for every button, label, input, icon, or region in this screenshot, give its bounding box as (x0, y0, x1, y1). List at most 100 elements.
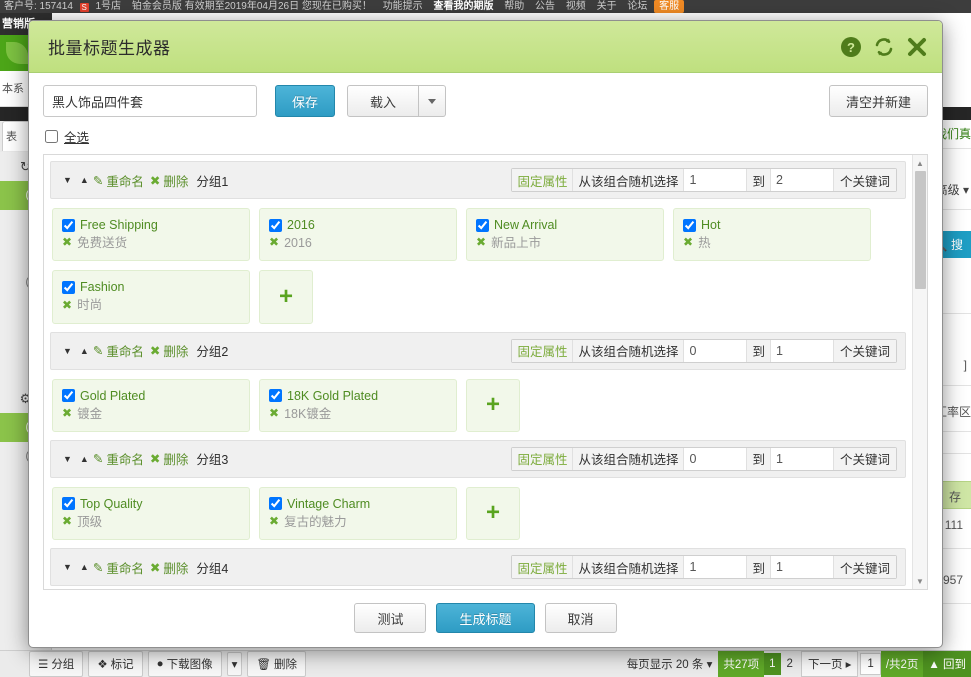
select-all-checkbox[interactable] (45, 130, 58, 143)
remove-keyword-icon[interactable]: ✖ (62, 405, 72, 422)
keyword-card[interactable]: Top Quality ✖ 顶级 (52, 486, 250, 540)
page-2[interactable]: 2 (781, 658, 799, 670)
download-dropdown-button[interactable]: ▾ (226, 652, 243, 676)
topbar-link-video[interactable]: 视频 (562, 0, 590, 13)
add-keyword-button[interactable]: + (466, 486, 520, 540)
keyword-card[interactable]: 18K Gold Plated ✖ 18K镀金 (259, 378, 457, 432)
keyword-checkbox[interactable] (62, 280, 75, 294)
topbar-feature[interactable]: 功能提示 (379, 0, 427, 13)
keyword-card[interactable]: Hot ✖ 热 (673, 208, 871, 262)
random-max-input[interactable] (770, 447, 833, 470)
remove-keyword-icon[interactable]: ✖ (62, 513, 72, 530)
template-name-input[interactable] (43, 85, 257, 117)
per-page-selector[interactable]: 每页显示 20 条 ▾ (621, 656, 719, 672)
remove-keyword-icon[interactable]: ✖ (269, 234, 279, 251)
keyword-card[interactable]: 2016 ✖ 2016 (259, 208, 457, 262)
chevron-up-icon[interactable]: ▲ (76, 175, 93, 185)
delete-button[interactable]: 🗑 删除 (247, 651, 306, 677)
cancel-button[interactable]: 取消 (544, 603, 617, 633)
remove-keyword-icon[interactable]: ✖ (62, 297, 72, 314)
chevron-up-icon[interactable]: ▲ (76, 562, 93, 572)
fixed-attribute-button[interactable]: 固定属性 (512, 556, 574, 578)
topbar-link-help[interactable]: 帮助 (500, 0, 528, 13)
chevron-down-icon[interactable]: ▼ (59, 454, 76, 464)
random-min-input[interactable] (684, 447, 747, 470)
keyword-checkbox[interactable] (683, 218, 696, 232)
topbar-renew[interactable]: 查看我的期版 (429, 0, 497, 13)
page-current[interactable]: 1 (764, 653, 781, 675)
topbar-link-about[interactable]: 关于 (593, 0, 621, 13)
random-min-input[interactable] (684, 339, 747, 362)
delete-group-button[interactable]: ✖ 删除 (150, 171, 189, 190)
groups-scrollbar[interactable]: ▲ ▼ (912, 155, 927, 589)
keyword-card[interactable]: New Arrival ✖ 新品上市 (466, 208, 664, 262)
topbar-link-notice[interactable]: 公告 (531, 0, 559, 13)
topbar-link-forum[interactable]: 论坛 (623, 0, 651, 13)
keyword-checkbox[interactable] (62, 497, 75, 511)
fixed-attribute-button[interactable]: 固定属性 (512, 339, 574, 362)
load-button[interactable]: 载入 (347, 85, 420, 117)
rename-group-button[interactable]: ✎ 重命名 (93, 341, 144, 360)
close-icon[interactable] (906, 36, 928, 58)
keyword-checkbox[interactable] (476, 218, 489, 232)
topbar-service-button[interactable]: 客服 (654, 0, 685, 13)
keyword-checkbox[interactable] (269, 389, 282, 403)
delete-group-button[interactable]: ✖ 删除 (150, 558, 189, 577)
scroll-down-icon[interactable]: ▼ (913, 574, 927, 588)
clear-and-new-button[interactable]: 清空并新建 (828, 85, 928, 117)
search-button-label: 搜 (950, 238, 963, 252)
topbar-shop[interactable]: 1号店 (92, 0, 126, 13)
save-button[interactable]: 保存 (275, 85, 336, 117)
rename-group-button[interactable]: ✎ 重命名 (93, 558, 144, 577)
keyword-checkbox[interactable] (62, 218, 75, 232)
remove-keyword-icon[interactable]: ✖ (62, 234, 72, 251)
group-button[interactable]: ☰ 分组 (29, 651, 84, 677)
keyword-card[interactable]: Vintage Charm ✖ 复古的魅力 (259, 486, 457, 540)
remove-keyword-icon[interactable]: ✖ (269, 513, 279, 530)
select-all-label[interactable]: 全选 (64, 127, 89, 146)
delete-group-button[interactable]: ✖ 删除 (150, 341, 189, 360)
fixed-attribute-button[interactable]: 固定属性 (512, 447, 574, 470)
back-to-top-button[interactable]: ▲ 回到 (923, 651, 971, 677)
remove-keyword-icon[interactable]: ✖ (683, 234, 693, 251)
rename-group-button[interactable]: ✎ 重命名 (93, 171, 144, 190)
chevron-up-icon[interactable]: ▲ (76, 454, 93, 464)
random-max-input[interactable] (770, 339, 833, 362)
chevron-up-icon[interactable]: ▲ (76, 346, 93, 356)
refresh-icon[interactable] (873, 36, 895, 58)
keyword-checkbox[interactable] (269, 497, 282, 511)
download-icon: ● (156, 658, 164, 670)
remove-keyword-icon[interactable]: ✖ (476, 234, 486, 251)
delete-group-button[interactable]: ✖ 删除 (150, 449, 189, 468)
add-keyword-button[interactable]: + (259, 270, 313, 324)
keyword-card[interactable]: Free Shipping ✖ 免费送货 (52, 208, 250, 262)
chevron-down-icon[interactable]: ▼ (59, 562, 76, 572)
keyword-checkbox[interactable] (62, 389, 75, 403)
next-page-button[interactable]: 下一页 ▸ (800, 651, 859, 677)
generate-title-button[interactable]: 生成标题 (436, 603, 535, 633)
help-icon[interactable]: ? (840, 36, 862, 58)
scroll-up-icon[interactable]: ▲ (913, 156, 927, 170)
random-min-input[interactable] (684, 556, 747, 578)
load-dropdown-button[interactable] (419, 85, 447, 117)
remove-keyword-icon[interactable]: ✖ (269, 405, 279, 422)
random-range-control: 固定属性从该组合随机选择 到 个关键词 (511, 446, 897, 471)
random-max-input[interactable] (770, 556, 833, 578)
add-keyword-button[interactable]: + (466, 378, 520, 432)
random-min-input[interactable] (684, 169, 747, 191)
keyword-card[interactable]: Fashion ✖ 时尚 (52, 270, 250, 324)
rename-group-button[interactable]: ✎ 重命名 (93, 449, 144, 468)
scrollbar-thumb[interactable] (915, 171, 926, 289)
keyword-card[interactable]: Gold Plated ✖ 镀金 (52, 378, 250, 432)
background-value-1: 111 (944, 518, 963, 532)
mark-button[interactable]: ❖ 标记 (88, 651, 143, 677)
chevron-down-icon[interactable]: ▼ (59, 346, 76, 356)
fixed-attribute-button[interactable]: 固定属性 (512, 169, 574, 191)
download-image-button[interactable]: ● 下载图像 (147, 651, 222, 677)
chevron-down-icon[interactable]: ▼ (59, 175, 76, 185)
page-jump-input[interactable]: 1 (860, 653, 881, 675)
test-button[interactable]: 测试 (354, 603, 427, 633)
background-bracket-text: ] (963, 358, 967, 372)
random-max-input[interactable] (770, 169, 833, 191)
keyword-checkbox[interactable] (269, 218, 282, 232)
